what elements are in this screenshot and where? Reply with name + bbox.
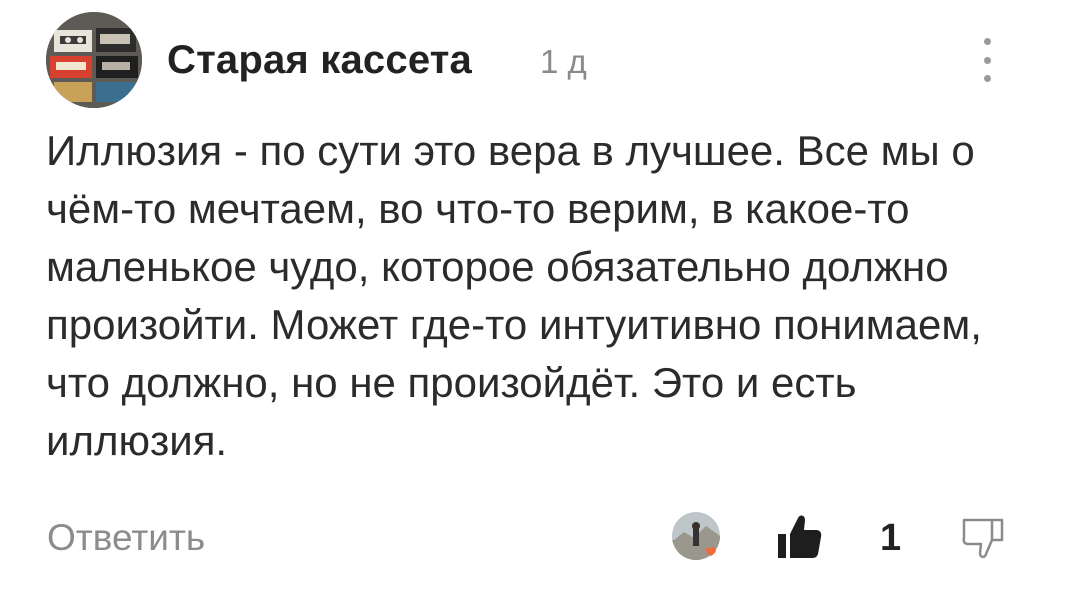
author-avatar[interactable] — [46, 12, 142, 108]
reply-button[interactable]: Ответить — [47, 514, 205, 562]
author-name[interactable]: Старая кассета — [167, 36, 472, 84]
comment-timestamp: 1 д — [540, 43, 587, 80]
thumbs-down-glyph — [962, 518, 1004, 559]
reactor-avatar-image — [672, 512, 720, 560]
more-dot — [983, 38, 991, 45]
cassette-avatar-image — [46, 12, 142, 108]
comment-text: Иллюзия - по сути это вера в лучшее. Все… — [46, 127, 982, 464]
thumbs-down-icon[interactable] — [958, 516, 1012, 564]
more-dot — [983, 75, 991, 82]
comment-card: Старая кассета 1 д Иллюзия - по сути это… — [0, 0, 1080, 594]
reactor-avatar-icon[interactable] — [672, 512, 726, 566]
thumbs-up-glyph — [778, 515, 822, 558]
like-count: 1 — [880, 517, 902, 559]
thumbs-up-icon[interactable] — [772, 512, 826, 562]
more-vertical-icon[interactable] — [970, 38, 1004, 82]
more-dot — [983, 56, 991, 64]
